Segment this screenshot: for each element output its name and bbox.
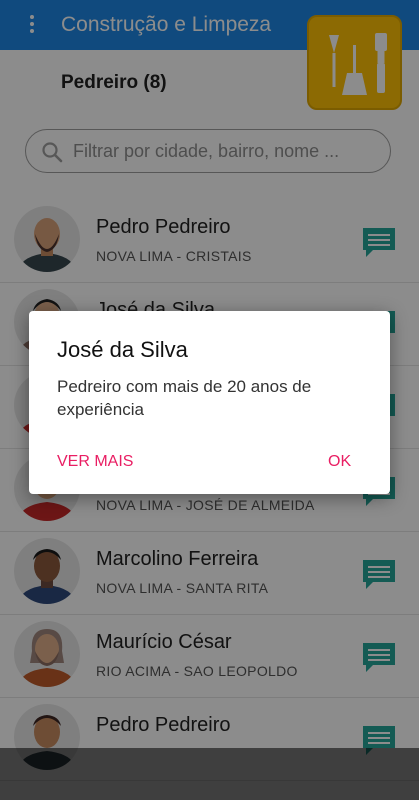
see-more-button[interactable]: VER MAIS [57,453,133,471]
bottom-scrim [0,748,419,800]
dialog-message: Pedreiro com mais de 20 anos de experiên… [57,377,312,419]
info-dialog: José da Silva Pedreiro com mais de 20 an… [29,311,390,494]
dialog-title: José da Silva [57,337,188,362]
ok-button[interactable]: OK [328,453,351,471]
